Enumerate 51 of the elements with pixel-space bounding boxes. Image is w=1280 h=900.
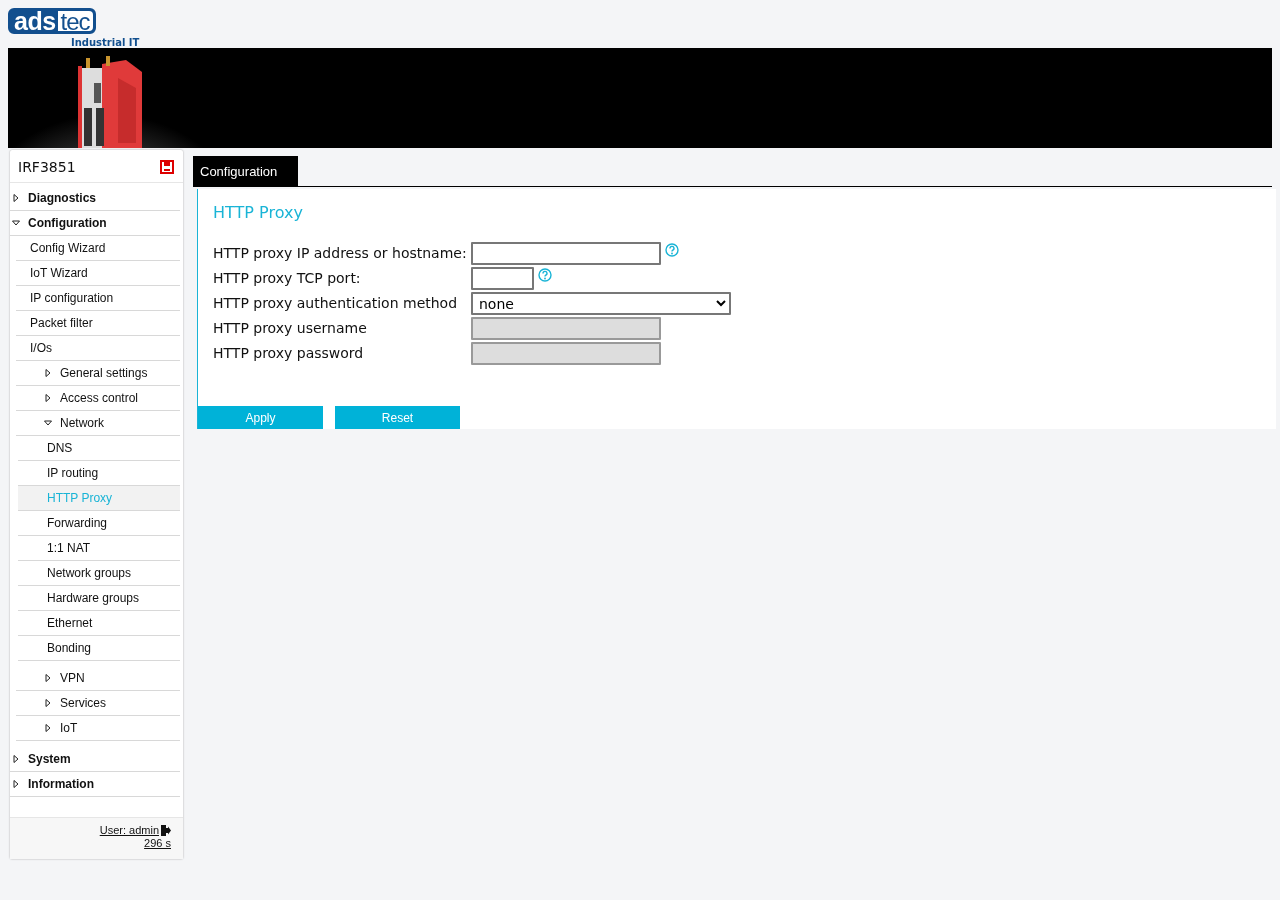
field-label: HTTP proxy authentication method <box>213 295 459 311</box>
logo-tagline: Industrial IT <box>71 37 140 48</box>
nav-item[interactable]: Config Wizard <box>16 236 180 261</box>
caret-right-icon <box>44 699 52 707</box>
caret-down-icon <box>44 419 52 427</box>
nav-item[interactable]: Bonding <box>18 636 180 661</box>
nav-item[interactable]: IoT <box>16 716 180 741</box>
nav-item[interactable]: System <box>10 747 180 772</box>
nav-item[interactable]: General settings <box>16 361 180 386</box>
caret-right-icon <box>44 369 52 377</box>
nav-item[interactable]: Hardware groups <box>18 586 180 611</box>
user-link[interactable]: User: admin <box>99 824 171 836</box>
save-icon[interactable] <box>160 160 174 174</box>
caret-right-icon <box>44 394 52 402</box>
field-label: HTTP proxy password <box>213 345 365 361</box>
logout-icon <box>160 824 171 836</box>
nav-item[interactable]: Ethernet <box>18 611 180 636</box>
caret-right-icon <box>12 194 20 202</box>
field-label: HTTP proxy username <box>213 320 368 336</box>
field-label: HTTP proxy IP address or hostname: <box>213 245 468 261</box>
panel-title: HTTP Proxy <box>213 203 304 222</box>
caret-down-icon <box>12 219 20 227</box>
help-icon[interactable] <box>665 243 679 257</box>
nav-item[interactable]: Forwarding <box>18 511 180 536</box>
nav-item[interactable]: Information <box>10 772 180 797</box>
nav-item[interactable]: Diagnostics <box>10 186 180 211</box>
input-field[interactable] <box>471 267 534 290</box>
nav-item[interactable]: IP configuration <box>16 286 180 311</box>
nav-item[interactable]: Services <box>16 691 180 716</box>
session-timer: 296 s <box>144 837 171 849</box>
field-label: HTTP proxy TCP port: <box>213 270 362 286</box>
nav-item[interactable]: VPN <box>16 666 180 691</box>
caret-right-icon <box>44 674 52 682</box>
nav-item[interactable]: 1:1 NAT <box>18 536 180 561</box>
nav-item[interactable]: Network <box>16 411 180 436</box>
select-field[interactable]: none <box>471 292 731 315</box>
input-field[interactable] <box>471 242 661 265</box>
nav-item[interactable]: Network groups <box>18 561 180 586</box>
nav-item[interactable]: Access control <box>16 386 180 411</box>
logo: ads tec <box>8 8 96 34</box>
help-icon[interactable] <box>538 268 552 282</box>
nav-item[interactable]: Configuration <box>10 211 180 236</box>
caret-right-icon <box>44 724 52 732</box>
nav-item[interactable]: Packet filter <box>16 311 180 336</box>
nav-item[interactable]: IoT Wizard <box>16 261 180 286</box>
caret-right-icon <box>12 755 20 763</box>
caret-right-icon <box>12 780 20 788</box>
nav-item[interactable]: DNS <box>18 436 180 461</box>
device-name: IRF3851 <box>18 159 76 175</box>
nav-item[interactable]: I/Os <box>16 336 180 361</box>
tab[interactable]: Configuration <box>193 156 299 186</box>
